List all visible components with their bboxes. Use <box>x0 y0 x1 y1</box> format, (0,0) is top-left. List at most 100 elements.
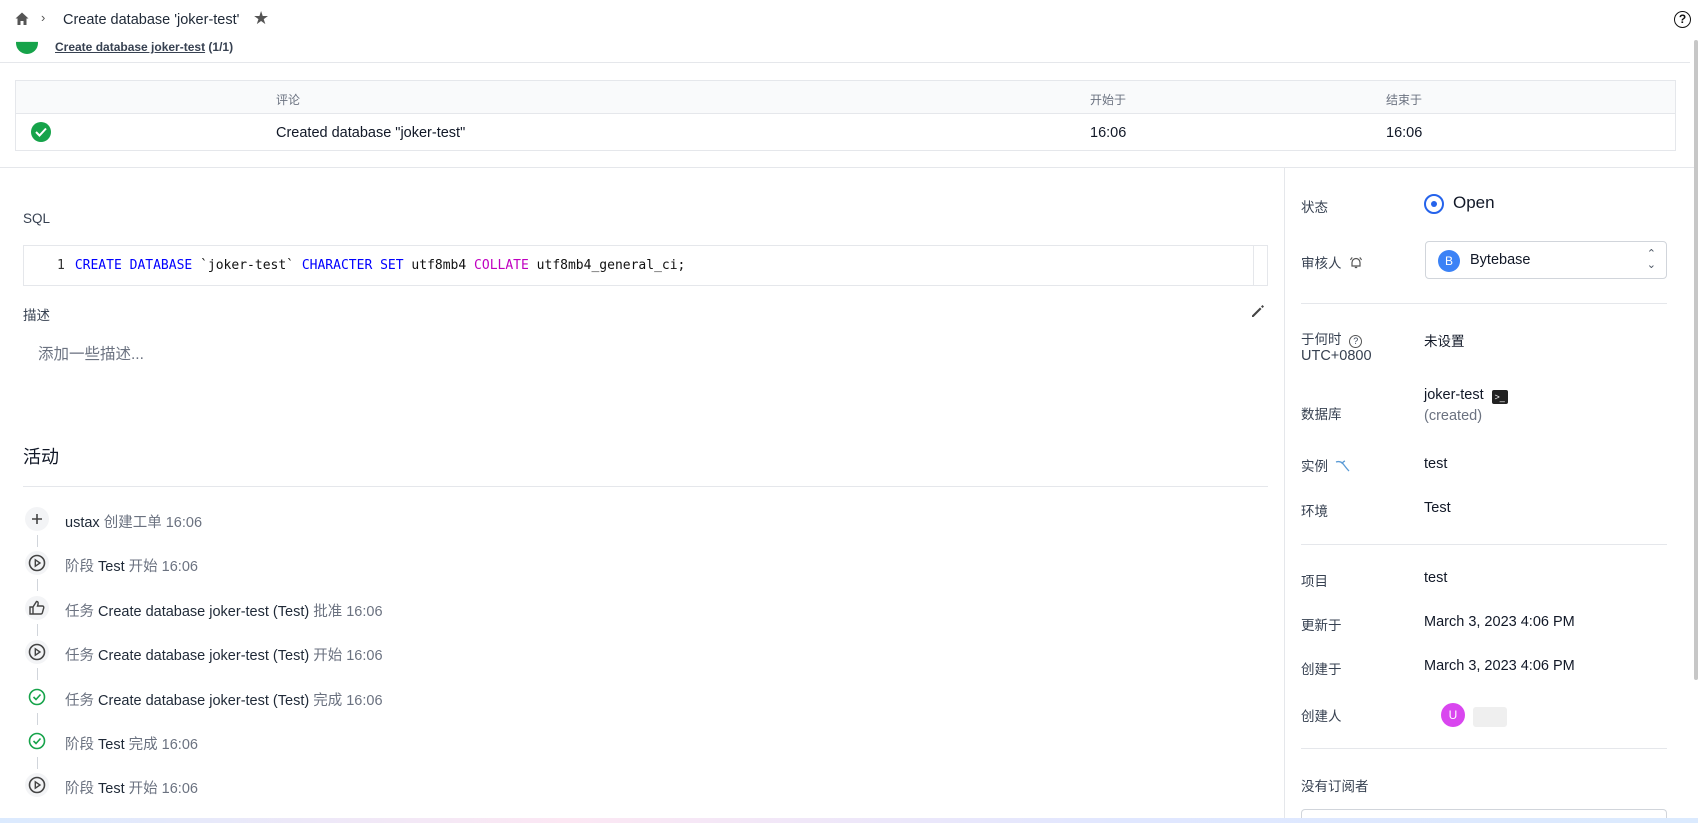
column-header-started: 开始于 <box>1090 93 1127 107</box>
status-value: Open <box>1453 193 1495 212</box>
activity-text: 任务 Create database joker-test (Test) 完成 … <box>65 689 383 710</box>
check-circle-icon <box>25 729 49 753</box>
check-circle-icon <box>25 685 49 709</box>
database-value: joker-test >_ <box>1424 387 1508 404</box>
divider <box>1301 303 1667 304</box>
activity-subject: Test <box>98 737 125 753</box>
play-circle-icon <box>25 773 49 797</box>
stage-count: (1/1) <box>208 40 234 54</box>
sql-identifier: utf8mb4 <box>411 258 467 273</box>
task-run-comment: Created database "joker-test" <box>276 125 466 141</box>
activity-text: 任务 Create database joker-test (Test) 开始 … <box>65 644 383 665</box>
activity-text: 阶段 Test 开始 16:06 <box>65 555 198 576</box>
activity-subject: Test <box>98 781 125 797</box>
star-icon[interactable]: ★ <box>253 9 269 27</box>
created-value: March 3, 2023 4:06 PM <box>1424 658 1575 674</box>
page-scrollbar[interactable] <box>1694 40 1698 680</box>
reviewer-select[interactable]: B Bytebase ⌃ ⌄ <box>1425 241 1667 279</box>
select-caret-icon: ⌃ ⌄ <box>1646 248 1656 271</box>
activity-kind: 任务 <box>65 604 99 620</box>
thumbs-up-icon <box>25 596 49 620</box>
issue-main: SQL 1 CREATE DATABASE `joker-test` CHARAC… <box>0 168 1283 823</box>
column-header-comment: 评论 <box>276 93 301 107</box>
help-circle-icon[interactable]: ? <box>1674 11 1691 28</box>
avatar: B <box>1438 250 1460 272</box>
sql-keyword: COLLATE <box>474 258 529 273</box>
creator-row: 创建人 U <box>1301 703 1671 733</box>
terminal-icon[interactable]: >_ <box>1491 390 1508 404</box>
bottom-strip <box>0 818 1698 823</box>
help-circle-icon[interactable]: ? <box>1349 335 1363 348</box>
timeline-connector <box>37 624 38 636</box>
home-icon[interactable] <box>14 11 30 27</box>
description-label: 描述 <box>23 308 50 323</box>
divider <box>23 486 1268 487</box>
divider <box>1301 544 1667 545</box>
activity-text: 阶段 Test 完成 16:06 <box>65 733 198 754</box>
activity-subject: Create database joker-test (Test) <box>98 648 310 664</box>
list-item: 任务 Create database joker-test (Test) 开始 … <box>23 640 923 670</box>
editor-scrollbar[interactable] <box>1253 246 1267 285</box>
activity-subject: Create database joker-test (Test) <box>98 604 310 620</box>
timeline-connector <box>37 668 38 680</box>
activity-subject: Test <box>98 559 125 575</box>
table-row: Created database "joker-test" 16:06 16:0… <box>16 114 1675 151</box>
timeline-connector <box>37 579 38 591</box>
play-circle-icon <box>25 640 49 664</box>
activity-text: 任务 Create database joker-test (Test) 批准 … <box>65 600 383 621</box>
timeline-connector <box>37 757 38 769</box>
sql-keyword: CREATE <box>74 258 122 273</box>
activity-actor[interactable]: ustax <box>65 515 100 531</box>
project-value[interactable]: test <box>1424 570 1447 586</box>
pencil-icon[interactable] <box>1250 303 1266 319</box>
when-label-text: 于何时 <box>1301 332 1342 347</box>
list-item: ustax 创建工单 16:06 <box>23 507 923 537</box>
activity-action: 开始 16:06 <box>124 559 198 575</box>
status-radio[interactable] <box>1424 194 1444 214</box>
stage-link[interactable]: Create database joker-test (1/1) <box>55 40 233 54</box>
activity-action: 完成 16:06 <box>124 737 198 753</box>
play-circle-icon <box>25 551 49 575</box>
database-link[interactable]: joker-test <box>1424 387 1484 403</box>
activity-action: 开始 16:06 <box>309 648 383 664</box>
list-item: 阶段 Test 完成 16:06 <box>23 729 923 759</box>
activity-action: 完成 16:06 <box>309 693 383 709</box>
activity-kind: 任务 <box>65 693 99 709</box>
when-value[interactable]: 未设置 <box>1424 330 1465 350</box>
activity-kind: 阶段 <box>65 781 99 797</box>
instance-value[interactable]: test <box>1424 456 1447 472</box>
plus-icon <box>25 507 49 531</box>
updated-value: March 3, 2023 4:06 PM <box>1424 614 1575 630</box>
list-item: 任务 Create database joker-test (Test) 完成 … <box>23 685 923 715</box>
divider <box>1301 748 1667 749</box>
breadcrumb-separator-icon: › <box>41 10 46 25</box>
avatar[interactable]: U <box>1441 703 1465 727</box>
reviewer-name: Bytebase <box>1470 252 1531 268</box>
activity-text: 阶段 Test 开始 16:06 <box>65 777 198 798</box>
environment-label: 环境 <box>1301 504 1328 519</box>
task-run-started: 16:06 <box>1090 125 1127 141</box>
column-header-ended: 结束于 <box>1386 93 1423 107</box>
sql-editor[interactable]: 1 CREATE DATABASE `joker-test` CHARACTER … <box>23 245 1268 286</box>
list-item: 任务 Create database joker-test (Test) 批准 … <box>23 596 923 626</box>
stage-link-text[interactable]: Create database joker-test <box>55 40 205 54</box>
instance-label-text: 实例 <box>1301 459 1328 474</box>
sql-line: 1 CREATE DATABASE `joker-test` CHARACTER … <box>57 258 685 273</box>
status-label: 状态 <box>1301 200 1328 215</box>
activity-kind: 阶段 <box>65 737 99 753</box>
sql-keyword: SET <box>380 258 404 273</box>
updated-label: 更新于 <box>1301 618 1342 633</box>
list-item: 阶段 Test 开始 16:06 <box>23 773 923 803</box>
environment-value[interactable]: Test <box>1424 500 1451 516</box>
bell-icon[interactable] <box>1349 256 1363 270</box>
table-header: 评论 开始于 结束于 <box>16 81 1675 114</box>
description-input[interactable]: 添加一些描述... <box>38 342 144 364</box>
line-number: 1 <box>57 258 65 273</box>
task-run-ended: 16:06 <box>1386 125 1423 141</box>
mysql-dolphin-icon <box>1335 460 1350 472</box>
check-circle-icon <box>31 122 51 142</box>
creator-name-redacted <box>1473 707 1507 727</box>
sql-keyword: DATABASE <box>129 258 193 273</box>
activity-action: 创建工单 16:06 <box>99 515 203 531</box>
issue-sidebar: 状态 Open 审核人 B Bytebase ⌃ ⌄ 于何时 ? UTC+0800… <box>1284 168 1698 823</box>
